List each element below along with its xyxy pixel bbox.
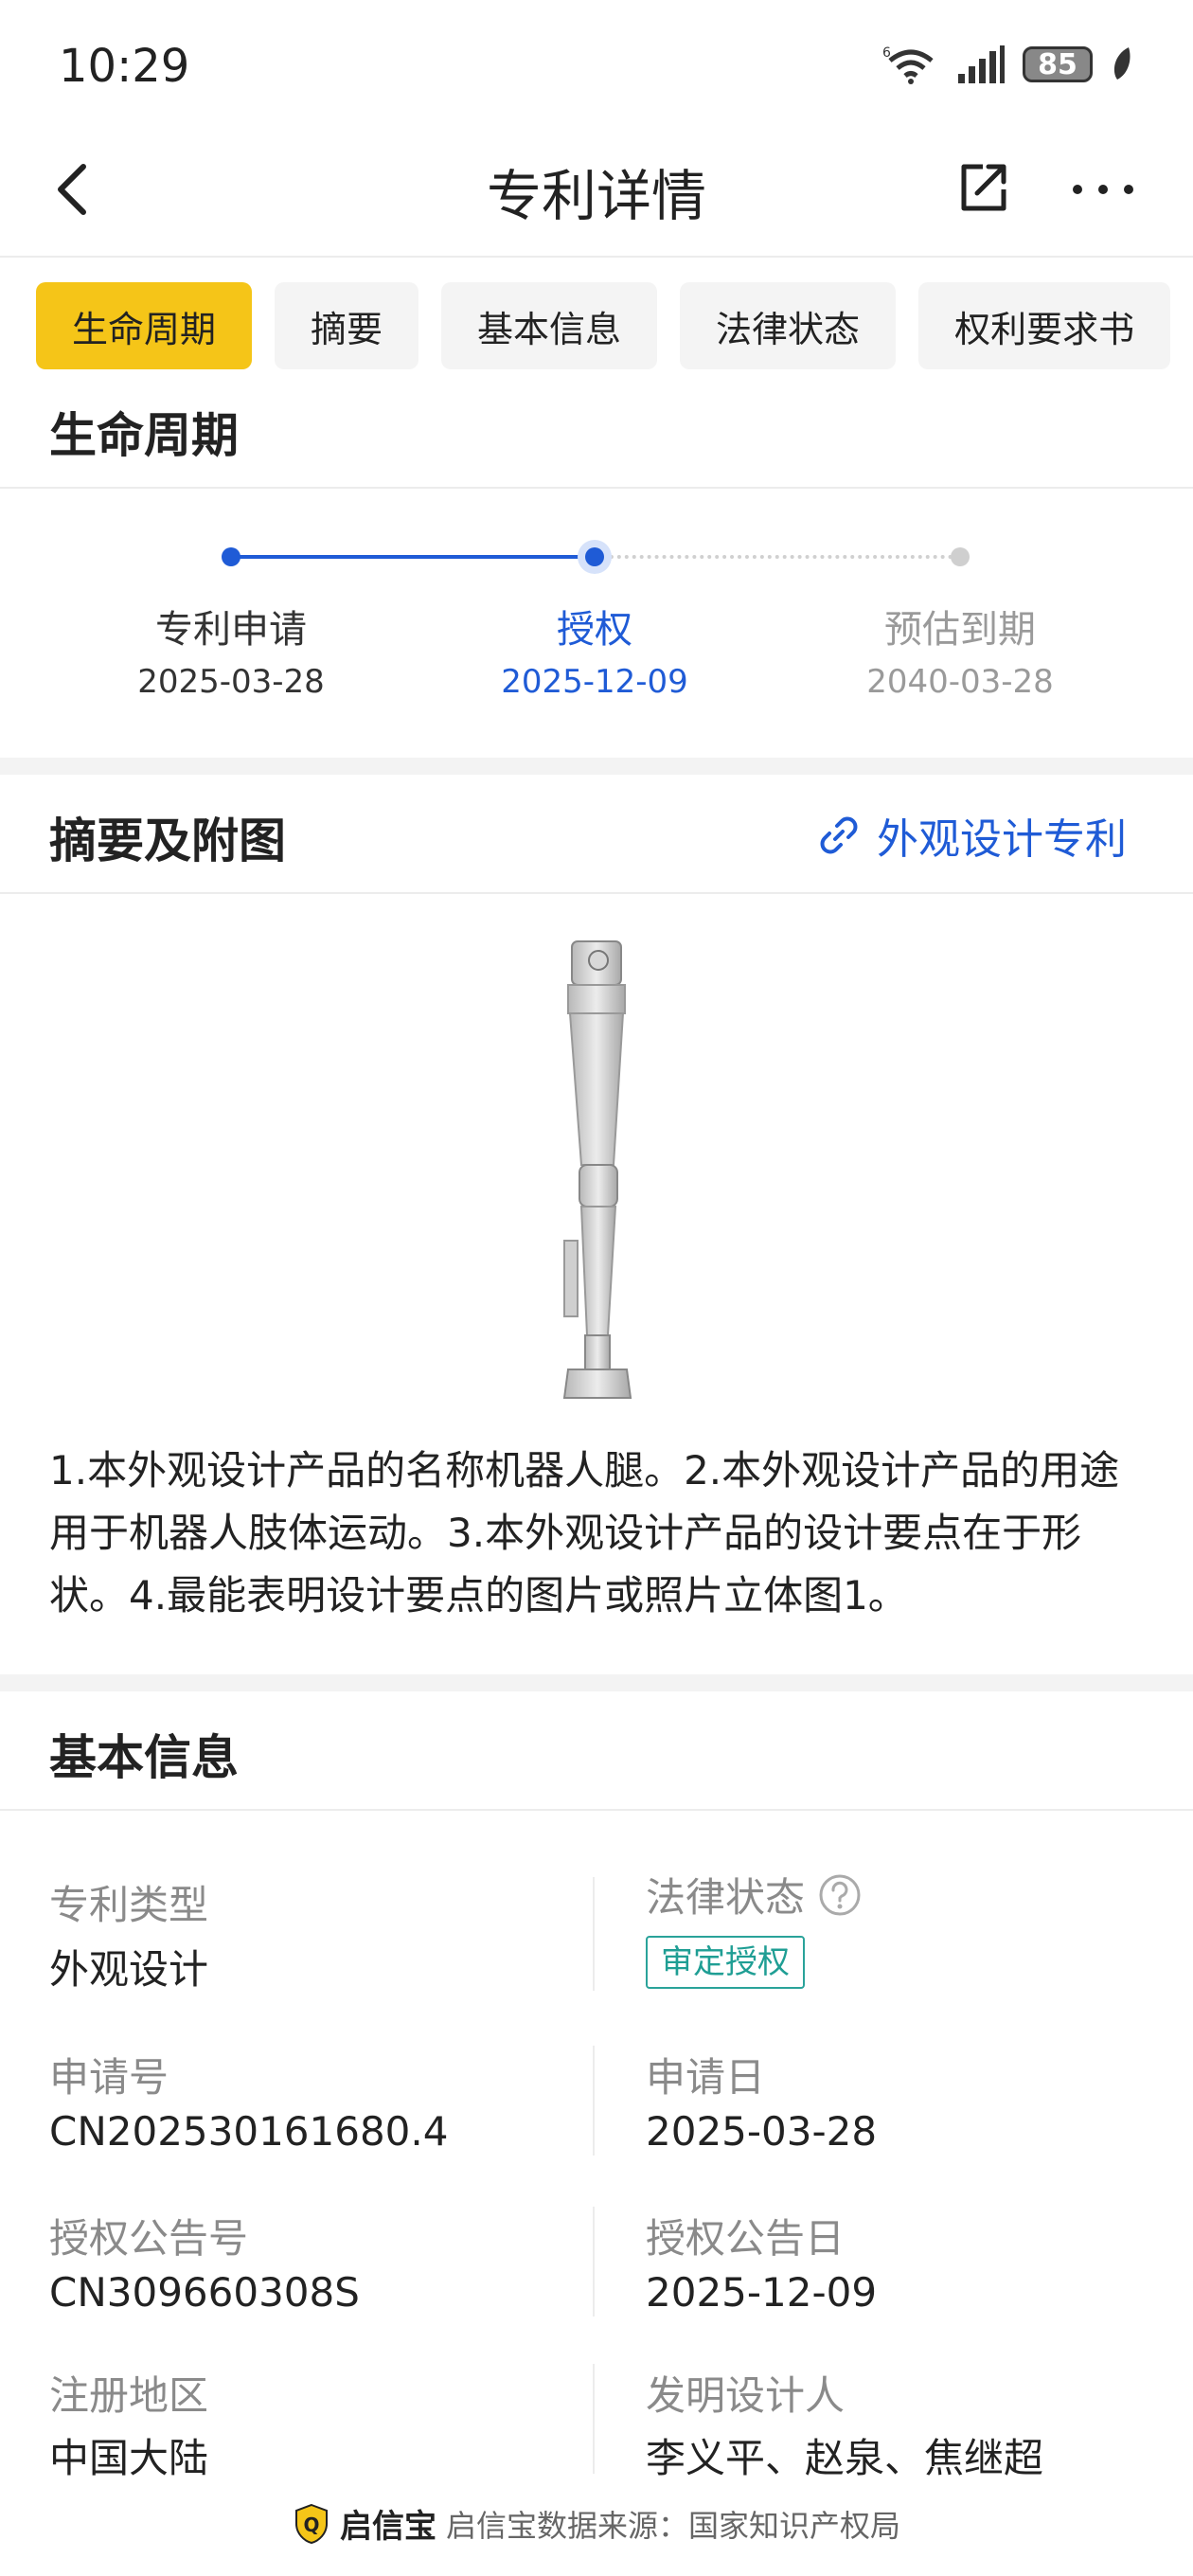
legal-status-header: 法律状态	[646, 1866, 862, 1923]
leaf-icon	[1113, 47, 1131, 80]
tab-claims[interactable]: 权利要求书	[918, 282, 1171, 369]
page-title: 专利详情	[486, 164, 706, 228]
grant-date-label: 授权公告日	[646, 2215, 846, 2262]
timeline-dot-application	[222, 547, 240, 566]
application-no-value: CN202530161680.4	[49, 2108, 449, 2155]
legal-status-label: 法律状态	[646, 1874, 806, 1921]
tab-legal-status[interactable]: 法律状态	[680, 282, 897, 369]
nav-divider	[0, 256, 1193, 258]
tab-lifecycle[interactable]: 生命周期	[36, 282, 253, 369]
timeline-date-expiry: 2040-03-28	[866, 663, 1054, 701]
tab-basic-info[interactable]: 基本信息	[441, 282, 658, 369]
application-date-label: 申请日	[646, 2054, 766, 2101]
qixinbao-logo-icon: Q	[294, 2503, 328, 2544]
data-source-footer: Q 启信宝 启信宝数据来源：国家知识产权局	[0, 2500, 1193, 2547]
timeline-date-application: 2025-03-28	[137, 663, 325, 701]
column-separator	[593, 2207, 595, 2317]
basic-info-divider	[0, 1809, 1193, 1811]
more-icon[interactable]	[1070, 170, 1136, 208]
region-label: 注册地区	[49, 2372, 209, 2419]
column-separator	[593, 1877, 595, 1991]
column-separator	[593, 2364, 595, 2474]
status-icons: 6 85	[882, 44, 1134, 85]
region-value: 中国大陆	[49, 2435, 209, 2481]
section-gap	[0, 758, 1193, 775]
grant-no-label: 授权公告号	[49, 2215, 249, 2262]
timeline-label-expiry: 预估到期	[884, 608, 1036, 652]
link-icon	[820, 816, 858, 854]
svg-text:Q: Q	[303, 2513, 319, 2536]
timeline-dot-grant	[585, 547, 604, 566]
application-date-value: 2025-03-28	[646, 2108, 878, 2155]
basic-info-title: 基本信息	[49, 1730, 239, 1785]
section-gap	[0, 1674, 1193, 1691]
summary-divider	[0, 892, 1193, 894]
battery-icon: 85	[1023, 46, 1093, 82]
inventors-value: 李义平、赵泉、焦继超	[646, 2435, 1044, 2481]
lifecycle-divider	[0, 487, 1193, 489]
timeline-progress-line	[231, 555, 595, 559]
design-patent-link[interactable]: 外观设计专利	[816, 805, 1127, 866]
abstract-text: 1.本外观设计产品的名称机器人腿。2.本外观设计产品的用途用于机器人肢体运动。3…	[49, 1447, 1120, 1619]
inventors-label: 发明设计人	[646, 2372, 846, 2419]
footer-brand: 启信宝	[339, 2508, 436, 2546]
share-icon[interactable]	[956, 159, 1011, 216]
tab-bar: 生命周期 摘要 基本信息 法律状态 权利要求书	[36, 282, 1171, 369]
status-badge: 审定授权	[646, 1936, 805, 1989]
column-separator	[593, 2046, 595, 2156]
application-no-label: 申请号	[49, 2054, 169, 2101]
patent-type-value: 外观设计	[49, 1946, 209, 1993]
summary-title: 摘要及附图	[49, 814, 286, 868]
timeline-label-application: 专利申请	[155, 608, 307, 652]
timeline-label-grant: 授权	[557, 608, 632, 652]
grant-no-value: CN309660308S	[49, 2269, 360, 2316]
legal-status-badge-wrap: 审定授权	[646, 1936, 805, 1989]
help-icon[interactable]	[818, 1873, 862, 1917]
grant-date-value: 2025-12-09	[646, 2269, 878, 2316]
status-time: 10:29	[59, 40, 190, 93]
footer-source-text: 启信宝数据来源：国家知识产权局	[445, 2507, 900, 2544]
signal-icon	[958, 45, 1005, 83]
timeline-date-grant: 2025-12-09	[501, 663, 688, 701]
tab-summary[interactable]: 摘要	[275, 282, 419, 369]
lifecycle-title: 生命周期	[49, 408, 239, 463]
design-patent-link-label: 外观设计专利	[877, 815, 1127, 864]
timeline-remaining-line	[595, 555, 960, 559]
patent-figure-image[interactable]	[540, 938, 653, 1411]
timeline-dot-expiry	[951, 547, 970, 566]
patent-type-label: 专利类型	[49, 1882, 209, 1928]
wifi-icon: 6	[882, 45, 934, 84]
